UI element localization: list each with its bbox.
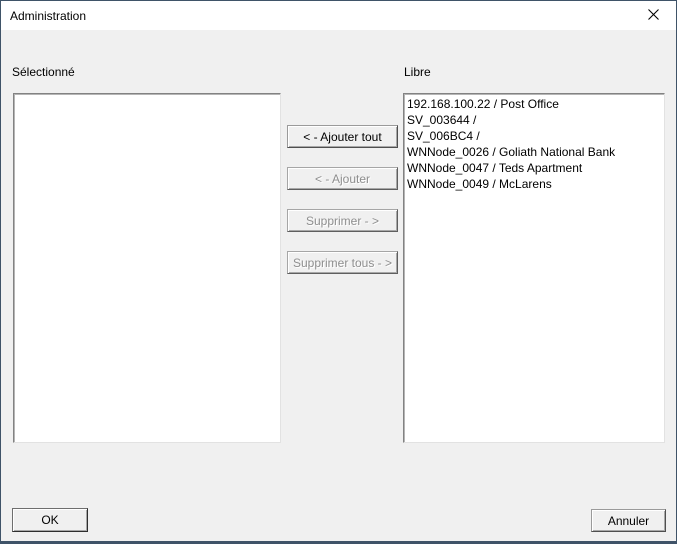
add-all-button[interactable]: < - Ajouter tout [287,125,398,148]
list-item[interactable]: SV_006BC4 / [404,128,664,144]
remove-button[interactable]: Supprimer - > [287,209,398,232]
list-item[interactable]: SV_003644 / [404,112,664,128]
administration-dialog: Administration Sélectionné Libre 192.168… [0,0,677,544]
ok-button[interactable]: OK [12,508,88,532]
list-item[interactable]: WNNode_0047 / Teds Apartment [404,160,664,176]
list-item[interactable]: 192.168.100.22 / Post Office [404,96,664,112]
close-icon [648,7,659,25]
window-title: Administration [10,9,86,23]
close-button[interactable] [631,1,676,30]
free-listbox[interactable]: 192.168.100.22 / Post OfficeSV_003644 /S… [403,93,665,443]
add-button[interactable]: < - Ajouter [287,167,398,190]
selected-listbox[interactable] [13,93,281,443]
cancel-button[interactable]: Annuler [591,509,666,532]
list-item[interactable]: WNNode_0049 / McLarens [404,176,664,192]
free-list-label: Libre [404,65,431,79]
list-item[interactable]: WNNode_0026 / Goliath National Bank [404,144,664,160]
selected-list-label: Sélectionné [12,65,75,79]
remove-all-button[interactable]: Supprimer tous - > [287,251,398,274]
titlebar: Administration [1,1,676,30]
